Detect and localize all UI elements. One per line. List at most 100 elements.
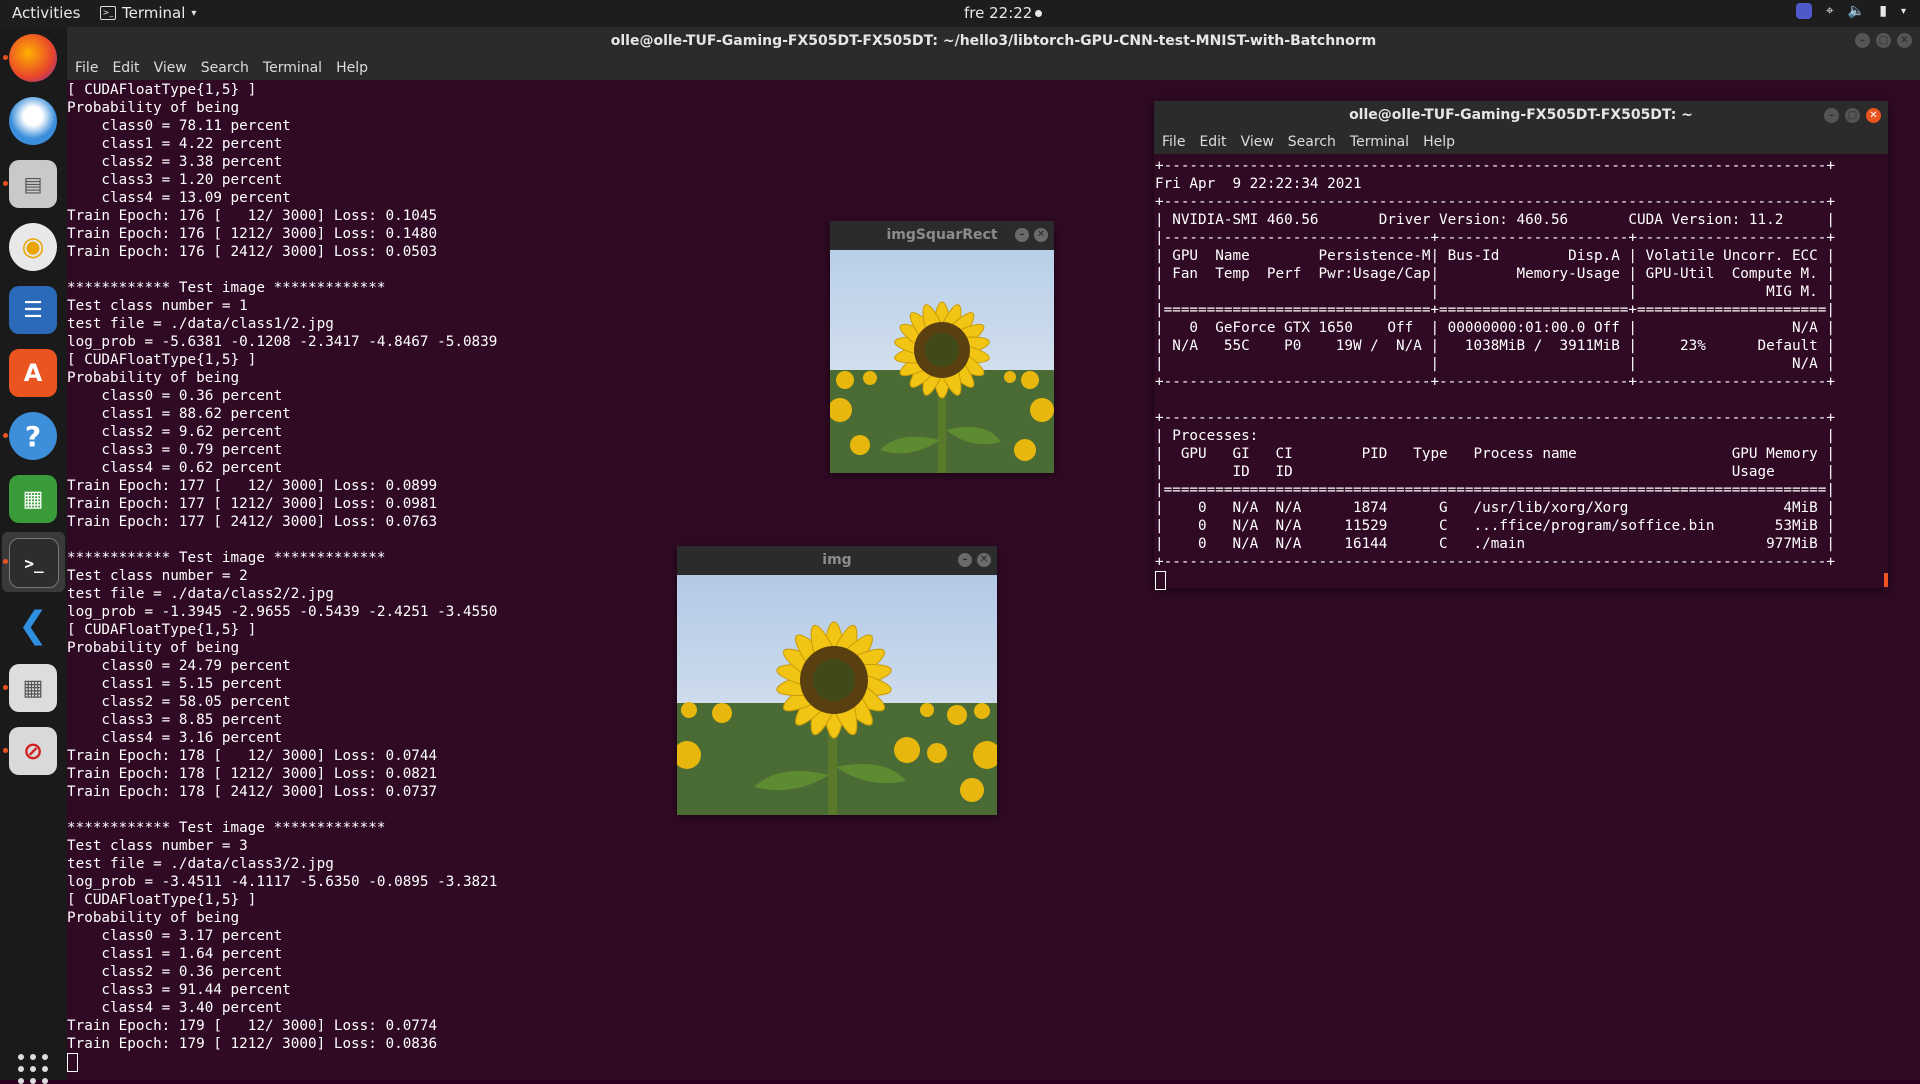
terminal-line: | 0 N/A N/A 16144 C ./main 977MiB | (1155, 536, 1835, 552)
running-indicator (3, 559, 8, 564)
firefox-icon[interactable] (9, 34, 57, 82)
close-icon[interactable]: ✕ (1866, 108, 1881, 123)
terminal-line: class0 = 3.17 percent (67, 928, 283, 944)
terminal-line: |=======================================… (1155, 482, 1835, 498)
libreoffice-calc-icon[interactable]: ▦ (9, 475, 57, 523)
terminal-line: |===============================+=======… (1155, 302, 1835, 318)
terminal-line: [ CUDAFloatType{1,5} ] (67, 82, 257, 98)
maximize-icon[interactable]: □ (1845, 108, 1860, 123)
minimize-icon[interactable]: – (1855, 33, 1870, 48)
img-window[interactable]: img – ✕ (677, 546, 997, 815)
terminal-line: log_prob = -3.4511 -4.1117 -5.6350 -0.08… (67, 874, 498, 890)
activities-button[interactable]: Activities (12, 4, 80, 22)
terminal-output[interactable]: +---------------------------------------… (1154, 154, 1888, 590)
terminal-line: +---------------------------------------… (1155, 554, 1835, 570)
text-cursor (1155, 571, 1166, 590)
terminal-line: class1 = 1.64 percent (67, 946, 283, 962)
chevron-down-icon: ▾ (191, 7, 197, 19)
teams-icon[interactable] (1795, 3, 1812, 19)
terminal-line: +---------------------------------------… (1155, 158, 1835, 174)
menu-bar: File Edit View Search Terminal Help (1154, 130, 1888, 154)
unknown-app-icon[interactable]: ⊘ (9, 727, 57, 775)
terminal-line: +---------------------------------------… (1155, 410, 1835, 426)
minimize-icon[interactable]: – (1015, 228, 1029, 242)
running-indicator (3, 55, 8, 60)
network-icon[interactable]: ⌖ (1826, 3, 1834, 19)
menu-edit[interactable]: Edit (106, 56, 145, 80)
menu-help[interactable]: Help (330, 56, 374, 80)
menu-view[interactable]: View (148, 56, 193, 80)
menu-view[interactable]: View (1235, 130, 1280, 154)
terminal-line: | NVIDIA-SMI 460.56 Driver Version: 460.… (1155, 212, 1835, 228)
window-title-bar[interactable]: olle@olle-TUF-Gaming-FX505DT-FX505DT: ~/… (67, 27, 1920, 56)
terminal-line: Fri Apr 9 22:22:34 2021 (1155, 176, 1362, 192)
menu-terminal[interactable]: Terminal (1344, 130, 1415, 154)
menu-file[interactable]: File (1156, 130, 1191, 154)
window-title: olle@olle-TUF-Gaming-FX505DT-FX505DT: ~/… (610, 33, 1377, 49)
terminal-line: Train Epoch: 179 [ 12/ 3000] Loss: 0.077… (67, 1018, 438, 1034)
close-icon[interactable]: ✕ (1897, 33, 1912, 48)
dock: ▤ ◉ ☰ A ? ▦ >_ ❮ ▦ ⊘ (0, 27, 67, 1084)
volume-icon[interactable]: 🔈 (1848, 3, 1865, 19)
window-title-bar[interactable]: olle@olle-TUF-Gaming-FX505DT-FX505DT: ~ … (1154, 101, 1888, 130)
scrollbar[interactable] (1884, 573, 1888, 587)
menu-help[interactable]: Help (1417, 130, 1461, 154)
img-square-rect-window[interactable]: imgSquarRect – ✕ (830, 221, 1054, 473)
terminal-line: class4 = 3.40 percent (67, 1000, 283, 1016)
terminal-line: | Processes: | (1155, 428, 1835, 444)
terminal-line: | 0 N/A N/A 11529 C ...ffice/program/sof… (1155, 518, 1835, 534)
sunflower-image (677, 575, 997, 815)
terminal-line: | | | MIG M. | (1155, 284, 1835, 300)
window-title-bar[interactable]: imgSquarRect – ✕ (830, 221, 1054, 250)
maximize-icon[interactable]: □ (1876, 33, 1891, 48)
minimize-icon[interactable]: – (958, 553, 972, 567)
window-title: img (822, 552, 852, 568)
thunderbird-icon[interactable] (9, 97, 57, 145)
menu-file[interactable]: File (69, 56, 104, 80)
rhythmbox-icon[interactable]: ◉ (9, 223, 57, 271)
clock-label: fre 22:22 (964, 4, 1033, 22)
window-title: imgSquarRect (886, 227, 998, 243)
running-indicator (3, 181, 8, 186)
vscode-icon[interactable]: ❮ (9, 601, 57, 649)
terminal-line: test file = ./data/class3/2.jpg (67, 856, 334, 872)
help-icon[interactable]: ? (9, 412, 57, 460)
clock[interactable]: fre 22:22 (964, 4, 1043, 22)
prompt-line (1155, 571, 1888, 590)
files-icon[interactable]: ▤ (9, 160, 57, 208)
terminal-line: class3 = 91.44 percent (67, 982, 291, 998)
terminal-line: |-------------------------------+-------… (1155, 230, 1835, 246)
text-cursor (67, 1053, 78, 1072)
running-indicator (3, 685, 8, 690)
menu-terminal[interactable]: Terminal (257, 56, 328, 80)
close-icon[interactable]: ✕ (1034, 228, 1048, 242)
running-indicator (3, 433, 8, 438)
menu-search[interactable]: Search (1282, 130, 1342, 154)
terminal-line: class2 = 0.36 percent (67, 964, 283, 980)
terminal-line: | 0 GeForce GTX 1650 Off | 00000000:01:0… (1155, 320, 1835, 336)
nvidia-smi-terminal-window[interactable]: olle@olle-TUF-Gaming-FX505DT-FX505DT: ~ … (1154, 101, 1888, 590)
prompt-line (67, 1053, 1920, 1072)
top-bar: Activities >_ Terminal ▾ fre 22:22 ⌖ 🔈 ▮… (0, 0, 1920, 27)
window-title: olle@olle-TUF-Gaming-FX505DT-FX505DT: ~ (1349, 107, 1693, 123)
system-tray[interactable]: ⌖ 🔈 ▮ ▾ (1795, 3, 1906, 19)
terminal-line: +-------------------------------+-------… (1155, 374, 1835, 390)
terminal-line: Test class number = 3 (67, 838, 248, 854)
window-title-bar[interactable]: img – ✕ (677, 546, 997, 575)
terminal-line: | Fan Temp Perf Pwr:Usage/Cap| Memory-Us… (1155, 266, 1835, 282)
minimize-icon[interactable]: – (1824, 108, 1839, 123)
menu-edit[interactable]: Edit (1193, 130, 1232, 154)
terminal-line: ************ Test image ************* (67, 820, 386, 836)
system-menu-icon[interactable]: ▾ (1901, 6, 1906, 17)
close-icon[interactable]: ✕ (977, 553, 991, 567)
software-center-icon[interactable]: A (9, 349, 57, 397)
libreoffice-writer-icon[interactable]: ☰ (9, 286, 57, 334)
menu-search[interactable]: Search (195, 56, 255, 80)
calculator-icon[interactable]: ▦ (9, 664, 57, 712)
terminal-line: Probability of being (67, 910, 240, 926)
terminal-icon[interactable]: >_ (9, 538, 59, 588)
app-menu[interactable]: >_ Terminal ▾ (100, 4, 196, 22)
battery-icon[interactable]: ▮ (1879, 3, 1887, 19)
terminal-line: | GPU Name Persistence-M| Bus-Id Disp.A … (1155, 248, 1835, 264)
menu-bar: File Edit View Search Terminal Help (67, 56, 1920, 80)
